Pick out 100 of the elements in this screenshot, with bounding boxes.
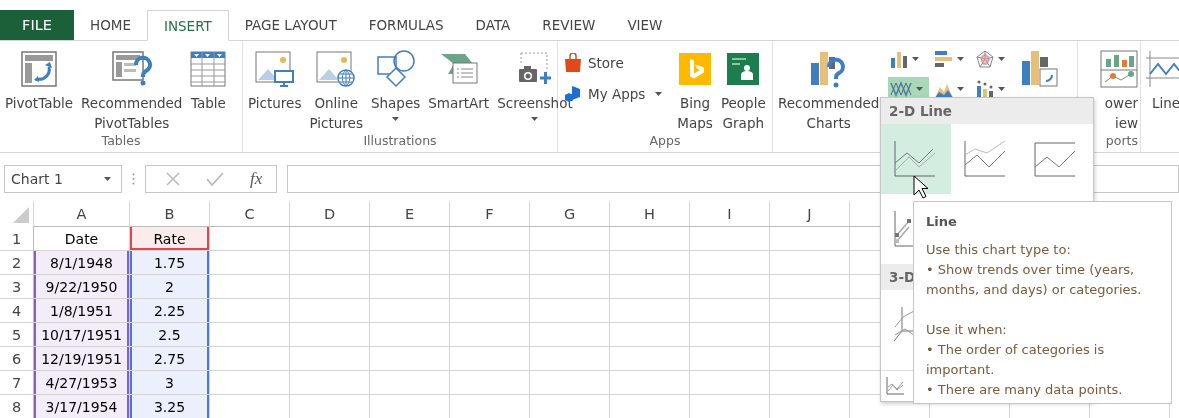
ribbon-button[interactable]: Shapes [367,45,424,133]
row-header[interactable]: 6 [0,347,34,371]
column-header[interactable]: G [530,201,610,227]
row-header[interactable]: 3 [0,275,34,299]
caret-icon [104,177,111,181]
ribbon-button[interactable]: SmartArt [425,45,493,133]
column-header[interactable]: J [770,201,850,227]
ribbon-button[interactable]: People Graph [717,45,769,133]
table-cell: 3.25 [130,395,210,418]
button-label: Pictures [248,94,302,113]
row-header[interactable]: 1 [0,227,34,251]
tooltip-title: Line [926,213,958,231]
picture-monitor-icon [254,51,295,87]
line-chart-icon [890,80,913,98]
tooltip-text: Use this chart type to: [926,241,1072,259]
name-box[interactable]: Chart 1 [4,165,122,193]
row-header[interactable]: 2 [0,251,34,275]
sparkline-icon [1146,50,1179,88]
ribbon-button[interactable]: Recommended Charts [775,45,883,133]
column-header[interactable]: E [370,201,450,227]
3d-line-chart-icon [894,307,914,343]
ribbon-button[interactable]: Line [1143,45,1179,132]
ribbon-button[interactable]: Recommended PivotTables [78,45,186,133]
grip-icon [132,173,135,185]
ribbon-button[interactable]: Pictures [245,45,305,133]
line-chart-icon [894,141,936,177]
button-label: Store [588,55,624,71]
column-header[interactable]: C [210,201,290,227]
row-header[interactable]: 4 [0,299,34,323]
button-label: SmartArt [428,94,490,113]
insert-function-button[interactable]: fx [250,169,263,189]
group-label: Illustrations [362,133,438,150]
picture-globe-icon [316,51,357,87]
chart-type-tile[interactable] [881,124,951,194]
button-label: Recommended [778,94,880,113]
button-label: People [720,94,766,113]
table-cell: 2.75 [130,347,210,371]
column-header[interactable]: H [610,201,690,227]
table-cell: 12/19/1951 [34,347,130,371]
column-header[interactable]: I [690,201,770,227]
table-icon [190,51,227,87]
column-header[interactable]: F [450,201,530,227]
pivot-table-question-icon [111,51,152,87]
button-label: Line [1151,94,1179,113]
row-header[interactable]: 7 [0,371,34,395]
ribbon-tab[interactable]: HOME [74,10,147,40]
table-cell: 1/8/1951 [34,299,130,323]
column-header[interactable]: B [130,201,210,227]
pivot-table-icon [21,51,58,87]
button-label: Bing [680,94,711,113]
table-cell: Rate [130,227,210,251]
column-header[interactable]: A [34,201,130,227]
close-icon[interactable] [166,172,180,186]
ribbon-tab[interactable]: FORMULAS [352,10,460,40]
ribbon-tab[interactable]: DATA [459,10,527,40]
button-label: Recommended [81,94,183,113]
ribbon-tab[interactable]: INSERT [146,10,229,41]
bar-chart-icon [935,50,954,68]
line-chart-icon [886,377,904,395]
report-chart-icon [1100,50,1138,88]
table-cell: 4/27/1953 [34,371,130,395]
caret-icon [912,57,920,61]
column-chart-icon [890,50,909,68]
percent-line-chart-icon [1034,141,1076,177]
ribbon-button[interactable]: PivotTable [2,45,77,133]
ribbon-tab[interactable]: REVIEW [526,10,612,40]
button-label: Screenshot [497,94,573,113]
row-header[interactable]: 8 [0,395,34,418]
ribbon-tab[interactable]: PAGE LAYOUT [228,10,353,40]
table-cell: 8/1/1948 [34,251,130,275]
select-all-corner[interactable] [13,207,29,223]
check-icon[interactable] [206,172,224,186]
table-cell: 2 [130,275,210,299]
table-cell: 3 [130,371,210,395]
button-label: Maps [677,114,713,133]
person-card-icon [727,53,760,85]
table-cell: 3/17/1954 [34,395,130,418]
button-label: Online [314,94,358,113]
column-header[interactable]: D [290,201,370,227]
ribbon-tab[interactable]: VIEW [611,10,679,40]
caret-icon [957,87,965,91]
button-label: PivotTable [5,94,74,113]
row-header[interactable]: 5 [0,323,34,347]
button-label: Charts [806,114,851,133]
button-label: Graph [722,114,764,133]
table-cell: 2.5 [130,323,210,347]
ribbon-button[interactable]: Online Pictures [306,45,366,133]
tooltip-text: • There are many data points. [926,381,1124,399]
radar-chart-icon [976,50,995,68]
button-label: Pictures [309,114,363,133]
group-label: Tables [100,133,142,150]
ribbon-button[interactable]: Table [187,45,230,133]
group-label: ports [1105,133,1138,150]
file-tab[interactable]: FILE [0,10,74,40]
tooltip-text: • The order of categories is important. [926,341,1106,379]
caret-icon [998,87,1006,91]
shopping-bag-icon [564,53,582,73]
button-label: ower [1104,94,1138,113]
table-cell: Date [34,227,130,251]
ribbon-button[interactable]: Bing Maps [674,45,716,133]
